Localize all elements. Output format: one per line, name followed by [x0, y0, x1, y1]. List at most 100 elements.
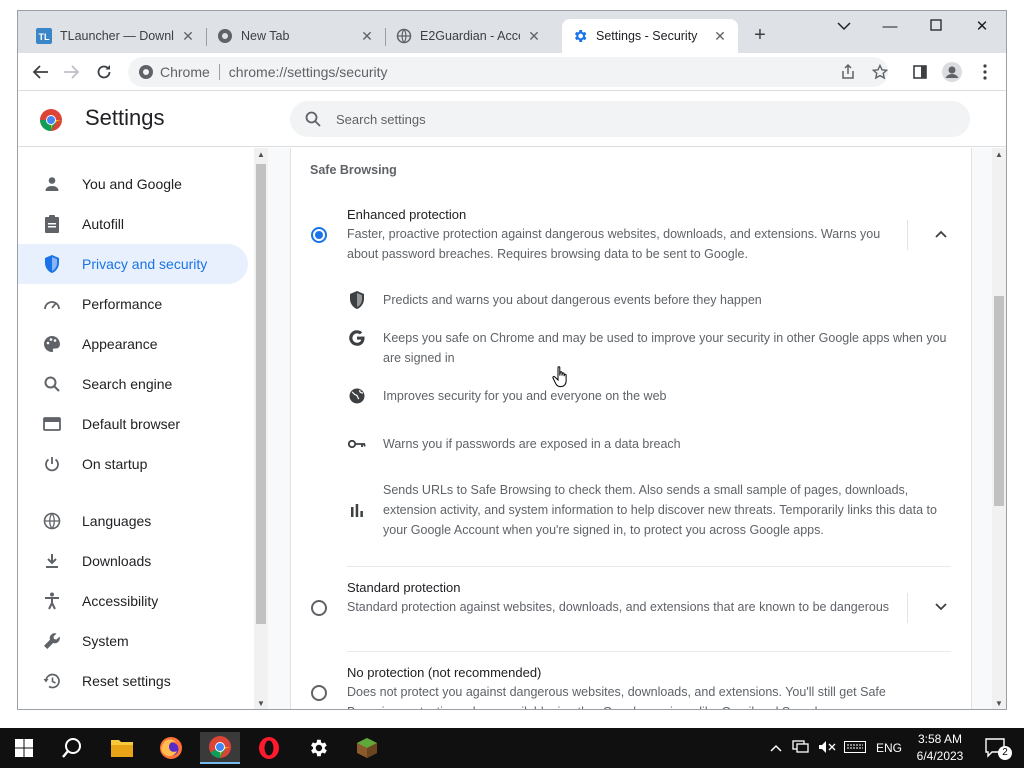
- scrollbar-thumb[interactable]: [994, 296, 1004, 506]
- close-tab-icon[interactable]: ✕: [180, 28, 196, 44]
- forward-button[interactable]: [58, 59, 84, 85]
- sidebar-item-on-startup[interactable]: On startup: [18, 444, 248, 484]
- section-title: Safe Browsing: [310, 163, 397, 177]
- search-icon: [304, 110, 322, 128]
- search-input[interactable]: [336, 111, 896, 127]
- menu-button[interactable]: [972, 59, 998, 85]
- feature-item: Sends URLs to Safe Browsing to check the…: [347, 480, 957, 540]
- opera-icon: [259, 737, 279, 759]
- tab-strip: TL TLauncher — Downlo ✕ New Tab ✕ E2Guar…: [18, 11, 1006, 53]
- download-icon: [42, 551, 62, 571]
- feature-text: Keeps you safe on Chrome and may be used…: [383, 331, 947, 365]
- url-text[interactable]: chrome://settings/security: [229, 64, 388, 80]
- profile-button[interactable]: [939, 59, 965, 85]
- tab-settings-security[interactable]: Settings - Security ✕: [562, 19, 738, 53]
- svg-text:TL: TL: [39, 32, 50, 42]
- windows-logo-icon: [15, 739, 33, 757]
- sidebar-item-downloads[interactable]: Downloads: [18, 541, 248, 581]
- side-panel-button[interactable]: [907, 59, 933, 85]
- enhanced-protection-title: Enhanced protection: [347, 207, 467, 222]
- gear-icon: [572, 28, 588, 44]
- speedometer-icon: [42, 294, 62, 314]
- language-indicator[interactable]: ENG: [876, 741, 902, 755]
- scroll-down-arrow-icon[interactable]: ▼: [257, 699, 265, 708]
- standard-protection-radio[interactable]: [311, 600, 327, 616]
- more-vert-icon: [983, 64, 987, 80]
- maximize-icon: [930, 19, 942, 31]
- network-icon[interactable]: [792, 739, 810, 757]
- collapse-enhanced-button[interactable]: [931, 224, 951, 244]
- bar-chart-icon: [347, 500, 367, 520]
- sidebar-item-default-browser[interactable]: Default browser: [18, 404, 248, 444]
- sidebar-item-reset-settings[interactable]: Reset settings: [18, 661, 248, 701]
- tab-search-button[interactable]: [824, 15, 864, 39]
- notifications-button[interactable]: 2: [980, 732, 1012, 764]
- reload-button[interactable]: [91, 59, 117, 85]
- chevron-up-icon[interactable]: [770, 741, 782, 755]
- sidebar-item-accessibility[interactable]: Accessibility: [18, 581, 248, 621]
- sidebar-scrollbar[interactable]: ▲ ▼: [254, 148, 268, 709]
- enhanced-protection-description: Faster, proactive protection against dan…: [347, 227, 881, 261]
- close-tab-icon[interactable]: ✕: [526, 28, 542, 44]
- taskbar-search-button[interactable]: [52, 732, 92, 764]
- clipboard-icon: [42, 214, 62, 234]
- scroll-up-arrow-icon[interactable]: ▲: [995, 150, 1003, 159]
- shield-icon: [347, 290, 367, 310]
- sidebar-item-system[interactable]: System: [18, 621, 248, 661]
- system-tray: ENG: [770, 728, 902, 768]
- palette-icon: [42, 334, 62, 354]
- settings-taskbar-button[interactable]: [298, 732, 338, 764]
- back-button[interactable]: [28, 59, 54, 85]
- address-bar[interactable]: Chrome chrome://settings/security: [128, 57, 888, 87]
- browser-window: TL TLauncher — Downlo ✕ New Tab ✕ E2Guar…: [17, 10, 1007, 710]
- opera-button[interactable]: [249, 732, 289, 764]
- minecraft-button[interactable]: [347, 732, 387, 764]
- notification-count-badge: 2: [998, 746, 1012, 760]
- start-button[interactable]: [4, 732, 44, 764]
- share-button[interactable]: [835, 59, 861, 85]
- sidebar-item-you-and-google[interactable]: You and Google: [18, 164, 248, 204]
- sidebar-item-autofill[interactable]: Autofill: [18, 204, 248, 244]
- bookmark-button[interactable]: [867, 59, 893, 85]
- tab-title: New Tab: [241, 29, 290, 43]
- scrollbar-thumb[interactable]: [256, 164, 266, 624]
- main-scrollbar[interactable]: ▲ ▼: [992, 148, 1006, 709]
- sidebar-item-performance[interactable]: Performance: [18, 284, 248, 324]
- tab-new-tab[interactable]: New Tab ✕: [207, 19, 385, 53]
- keyboard-icon[interactable]: [844, 740, 866, 756]
- close-window-button[interactable]: ✕: [962, 15, 1002, 39]
- tab-e2guardian[interactable]: E2Guardian - Access ✕: [386, 19, 552, 53]
- browser-icon: [42, 414, 62, 434]
- minimize-button[interactable]: —: [870, 15, 910, 39]
- close-tab-icon[interactable]: ✕: [359, 28, 375, 44]
- tab-tlauncher[interactable]: TL TLauncher — Downlo ✕: [26, 19, 206, 53]
- sidebar-item-label: Accessibility: [82, 593, 159, 609]
- sidebar-item-label: You and Google: [82, 176, 182, 192]
- enhanced-protection-radio[interactable]: [311, 227, 327, 243]
- close-tab-icon[interactable]: ✕: [712, 28, 728, 44]
- no-protection-description: Does not protect you against dangerous w…: [347, 685, 886, 709]
- minecraft-icon: [357, 738, 377, 758]
- scroll-down-arrow-icon[interactable]: ▼: [995, 699, 1003, 708]
- volume-muted-icon[interactable]: [818, 740, 836, 757]
- maximize-button[interactable]: [916, 15, 956, 39]
- sidebar-item-search-engine[interactable]: Search engine: [18, 364, 248, 404]
- sidebar-item-languages[interactable]: Languages: [18, 501, 248, 541]
- scroll-up-arrow-icon[interactable]: ▲: [257, 150, 265, 159]
- time: 3:58 AM: [917, 732, 963, 746]
- sidebar-item-label: Downloads: [82, 553, 152, 569]
- arrow-left-icon: [32, 65, 48, 79]
- sidebar-item-privacy-and-security[interactable]: Privacy and security: [18, 244, 248, 284]
- sidebar-item-label: Reset settings: [82, 673, 171, 689]
- expand-standard-button[interactable]: [931, 597, 951, 617]
- new-tab-button[interactable]: +: [749, 25, 771, 47]
- no-protection-radio[interactable]: [311, 685, 327, 701]
- firefox-button[interactable]: [151, 732, 191, 764]
- file-explorer-button[interactable]: [102, 732, 142, 764]
- chrome-taskbar-button[interactable]: [200, 732, 240, 764]
- sidebar-item-appearance[interactable]: Appearance: [18, 324, 248, 364]
- settings-sidebar: You and Google Autofill Privacy and secu…: [18, 148, 268, 709]
- chrome-logo-icon: [40, 109, 62, 131]
- settings-search[interactable]: [290, 101, 970, 137]
- clock[interactable]: 3:58 AM 6/4/2023: [908, 731, 972, 765]
